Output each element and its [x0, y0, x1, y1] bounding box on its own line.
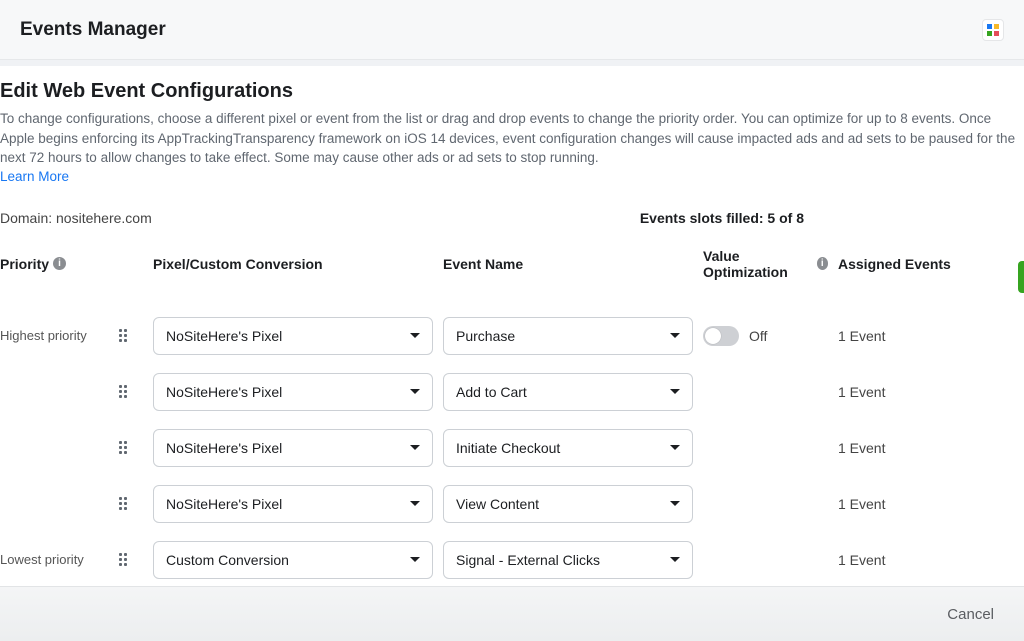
- event-select-value: Signal - External Clicks: [456, 552, 600, 568]
- footer: Cancel: [0, 586, 1024, 641]
- pixel-select[interactable]: Custom Conversion: [153, 541, 433, 579]
- pixel-select[interactable]: NoSiteHere's Pixel: [153, 485, 433, 523]
- drag-handle-icon[interactable]: [115, 384, 131, 400]
- chevron-down-icon: [670, 557, 680, 562]
- chevron-down-icon: [410, 501, 420, 506]
- apps-icon[interactable]: [982, 19, 1004, 41]
- slots-label: Events slots filled: 5 of 8: [640, 210, 804, 226]
- pixel-select-value: NoSiteHere's Pixel: [166, 496, 282, 512]
- pixel-select-value: NoSiteHere's Pixel: [166, 384, 282, 400]
- table-header: Priority i Pixel/Custom Conversion Event…: [0, 238, 1024, 290]
- value-opt-cell: Off: [703, 326, 828, 346]
- domain-label: Domain: nositehere.com: [0, 210, 152, 226]
- chevron-down-icon: [410, 557, 420, 562]
- page-title: Events Manager: [20, 19, 166, 41]
- event-select[interactable]: Add to Cart: [443, 373, 693, 411]
- panel-description: To change configurations, choose a diffe…: [0, 109, 1018, 168]
- toggle-state-label: Off: [749, 328, 767, 344]
- col-value-opt-label: Value Optimization: [703, 248, 813, 280]
- table-row: NoSiteHere's Pixel Add to Cart 1 Event: [0, 364, 1024, 420]
- col-value-opt: Value Optimization i: [703, 248, 828, 280]
- domain-row: Domain: nositehere.com Events slots fill…: [0, 192, 1024, 238]
- assigned-events: 1 Event: [838, 328, 978, 344]
- priority-label: Lowest priority: [0, 552, 105, 567]
- value-opt-toggle[interactable]: [703, 326, 739, 346]
- col-pixel: Pixel/Custom Conversion: [153, 256, 433, 272]
- topbar: Events Manager: [0, 0, 1024, 60]
- apply-button-edge[interactable]: [1018, 261, 1024, 293]
- learn-more-link[interactable]: Learn More: [0, 169, 69, 184]
- event-select-value: Initiate Checkout: [456, 440, 560, 456]
- pixel-select-value: NoSiteHere's Pixel: [166, 328, 282, 344]
- chevron-down-icon: [410, 445, 420, 450]
- assigned-events: 1 Event: [838, 552, 978, 568]
- priority-label: Highest priority: [0, 328, 105, 343]
- config-panel: Edit Web Event Configurations To change …: [0, 66, 1024, 586]
- drag-handle-icon[interactable]: [115, 328, 131, 344]
- col-priority: Priority i: [0, 256, 105, 272]
- table-row: NoSiteHere's Pixel Initiate Checkout 1 Eve…: [0, 420, 1024, 476]
- table-row: NoSiteHere's Pixel View Content 1 Event: [0, 476, 1024, 532]
- col-priority-label: Priority: [0, 256, 49, 272]
- col-event: Event Name: [443, 256, 693, 272]
- chevron-down-icon: [670, 389, 680, 394]
- pixel-select[interactable]: NoSiteHere's Pixel: [153, 429, 433, 467]
- pixel-select-value: NoSiteHere's Pixel: [166, 440, 282, 456]
- event-select-value: View Content: [456, 496, 539, 512]
- pixel-select[interactable]: NoSiteHere's Pixel: [153, 317, 433, 355]
- panel-title: Edit Web Event Configurations: [0, 80, 1024, 103]
- event-select[interactable]: View Content: [443, 485, 693, 523]
- info-icon[interactable]: i: [817, 257, 828, 270]
- table-row: Highest priority NoSiteHere's Pixel Purcha…: [0, 308, 1024, 364]
- event-select[interactable]: Purchase: [443, 317, 693, 355]
- event-select-value: Add to Cart: [456, 384, 527, 400]
- panel-header: Edit Web Event Configurations To change …: [0, 80, 1024, 192]
- chevron-down-icon: [670, 501, 680, 506]
- assigned-events: 1 Event: [838, 384, 978, 400]
- chevron-down-icon: [410, 333, 420, 338]
- drag-handle-icon[interactable]: [115, 440, 131, 456]
- event-select-value: Purchase: [456, 328, 515, 344]
- chevron-down-icon: [670, 333, 680, 338]
- toggle-knob: [705, 328, 721, 344]
- assigned-events: 1 Event: [838, 496, 978, 512]
- chevron-down-icon: [410, 389, 420, 394]
- chevron-down-icon: [670, 445, 680, 450]
- pixel-select-value: Custom Conversion: [166, 552, 289, 568]
- event-select[interactable]: Initiate Checkout: [443, 429, 693, 467]
- table-row: Lowest priority Custom Conversion Signal -…: [0, 532, 1024, 588]
- drag-handle-icon[interactable]: [115, 552, 131, 568]
- drag-handle-icon[interactable]: [115, 496, 131, 512]
- col-assigned: Assigned Events: [838, 256, 978, 272]
- event-select[interactable]: Signal - External Clicks: [443, 541, 693, 579]
- info-icon[interactable]: i: [53, 257, 66, 270]
- rows-container: Highest priority NoSiteHere's Pixel Purcha…: [0, 308, 1024, 588]
- pixel-select[interactable]: NoSiteHere's Pixel: [153, 373, 433, 411]
- cancel-button[interactable]: Cancel: [947, 606, 994, 623]
- assigned-events: 1 Event: [838, 440, 978, 456]
